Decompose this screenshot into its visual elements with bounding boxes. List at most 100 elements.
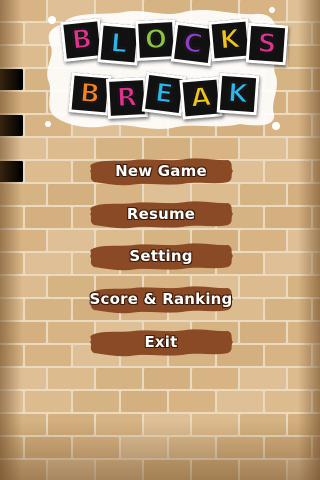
setting-label: Setting — [129, 247, 193, 265]
brick — [217, 391, 263, 412]
brick — [192, 368, 238, 389]
brick — [25, 253, 71, 274]
brick — [0, 92, 46, 113]
brick — [240, 414, 286, 435]
brick — [313, 23, 320, 44]
brick — [25, 345, 71, 366]
brick — [0, 23, 23, 44]
brick — [0, 0, 46, 21]
brick — [313, 299, 320, 320]
brick — [121, 437, 167, 458]
brick — [48, 414, 94, 435]
brick — [0, 345, 23, 366]
brick — [313, 115, 320, 136]
score-ranking-label: Score & Ranking — [89, 290, 233, 308]
brick — [240, 276, 286, 297]
brick — [240, 138, 286, 159]
brick — [25, 391, 71, 412]
exit-label: Exit — [144, 333, 178, 351]
brick — [73, 391, 119, 412]
brick — [25, 299, 71, 320]
brick — [0, 437, 23, 458]
brick — [25, 437, 71, 458]
game-screen: BLOCKSBREAK New Game Resume Setting Scor… — [0, 0, 320, 480]
brick — [265, 207, 311, 228]
brick — [265, 253, 311, 274]
brick — [240, 230, 286, 251]
logo-tile-k: K — [216, 72, 260, 116]
brick — [288, 46, 320, 67]
logo-tile-l: L — [97, 22, 141, 66]
brick — [144, 368, 190, 389]
brick — [0, 460, 46, 480]
brick — [288, 92, 320, 113]
brick — [144, 460, 190, 480]
brick — [169, 391, 215, 412]
brick — [121, 391, 167, 412]
brick — [313, 345, 320, 366]
new-game-label: New Game — [115, 162, 207, 180]
logo-tile-s: S — [245, 22, 289, 66]
brick — [0, 207, 23, 228]
brick — [96, 460, 142, 480]
brick — [0, 161, 23, 182]
brick — [0, 368, 46, 389]
logo-tile-r: R — [105, 76, 149, 120]
resume-button[interactable]: Resume — [88, 198, 234, 230]
brick — [313, 437, 320, 458]
brick — [265, 437, 311, 458]
game-logo: BLOCKSBREAK — [44, 6, 289, 132]
brick — [0, 299, 23, 320]
brick — [0, 414, 46, 435]
brick — [48, 368, 94, 389]
brick — [0, 391, 23, 412]
brick — [25, 207, 71, 228]
brick — [96, 368, 142, 389]
brick — [0, 69, 23, 90]
brick — [288, 322, 320, 343]
brick — [288, 230, 320, 251]
brick — [25, 161, 71, 182]
brick — [144, 414, 190, 435]
brick — [288, 414, 320, 435]
brick — [0, 322, 46, 343]
exit-button[interactable]: Exit — [88, 326, 234, 358]
brick — [288, 368, 320, 389]
brick — [265, 345, 311, 366]
brick — [0, 184, 46, 205]
brick — [217, 437, 263, 458]
brick — [288, 0, 320, 21]
brick — [48, 460, 94, 480]
brick — [288, 184, 320, 205]
brick — [240, 460, 286, 480]
brick — [313, 161, 320, 182]
new-game-button[interactable]: New Game — [88, 155, 234, 187]
brick — [240, 184, 286, 205]
brick — [313, 207, 320, 228]
brick — [0, 230, 46, 251]
setting-button[interactable]: Setting — [88, 240, 234, 272]
brick — [0, 253, 23, 274]
brick — [313, 69, 320, 90]
brick — [313, 391, 320, 412]
brick — [265, 391, 311, 412]
brick — [265, 161, 311, 182]
resume-label: Resume — [126, 205, 196, 223]
brick — [313, 253, 320, 274]
brick — [0, 276, 46, 297]
brick — [169, 437, 215, 458]
brick — [0, 138, 46, 159]
brick — [265, 299, 311, 320]
brick — [240, 368, 286, 389]
logo-tile-a: A — [179, 76, 223, 120]
brick — [192, 414, 238, 435]
brick — [288, 276, 320, 297]
brick — [0, 115, 23, 136]
score-ranking-button[interactable]: Score & Ranking — [88, 283, 234, 315]
brick — [288, 138, 320, 159]
brick — [288, 460, 320, 480]
brick — [240, 322, 286, 343]
brick — [192, 460, 238, 480]
brick — [96, 414, 142, 435]
brick — [0, 46, 46, 67]
